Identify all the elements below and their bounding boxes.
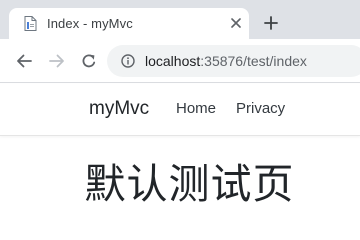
close-icon[interactable] [229,16,243,30]
reload-icon[interactable] [79,51,99,71]
info-icon[interactable] [121,54,135,68]
browser-tab[interactable]: Index - myMvc [9,8,249,39]
nav-link-home[interactable]: Home [176,100,216,117]
browser-toolbar: localhost:35876/test/index [0,39,360,83]
document-icon [23,16,37,31]
url-text[interactable]: localhost:35876/test/index [145,53,307,69]
page-heading: 默认测试页 [84,160,295,208]
url-host: localhost [145,53,201,69]
tab-title: Index - myMvc [47,16,133,31]
address-bar[interactable]: localhost:35876/test/index [107,45,360,77]
new-tab-icon[interactable] [262,14,280,32]
site-navbar: myMvc Home Privacy [0,84,360,136]
forward-arrow-icon[interactable] [47,51,67,71]
url-path: :35876/test/index [200,53,307,69]
back-arrow-icon[interactable] [14,51,34,71]
site-brand[interactable]: myMvc [89,98,149,120]
nav-link-privacy[interactable]: Privacy [236,100,285,117]
tab-strip: Index - myMvc [0,0,360,39]
